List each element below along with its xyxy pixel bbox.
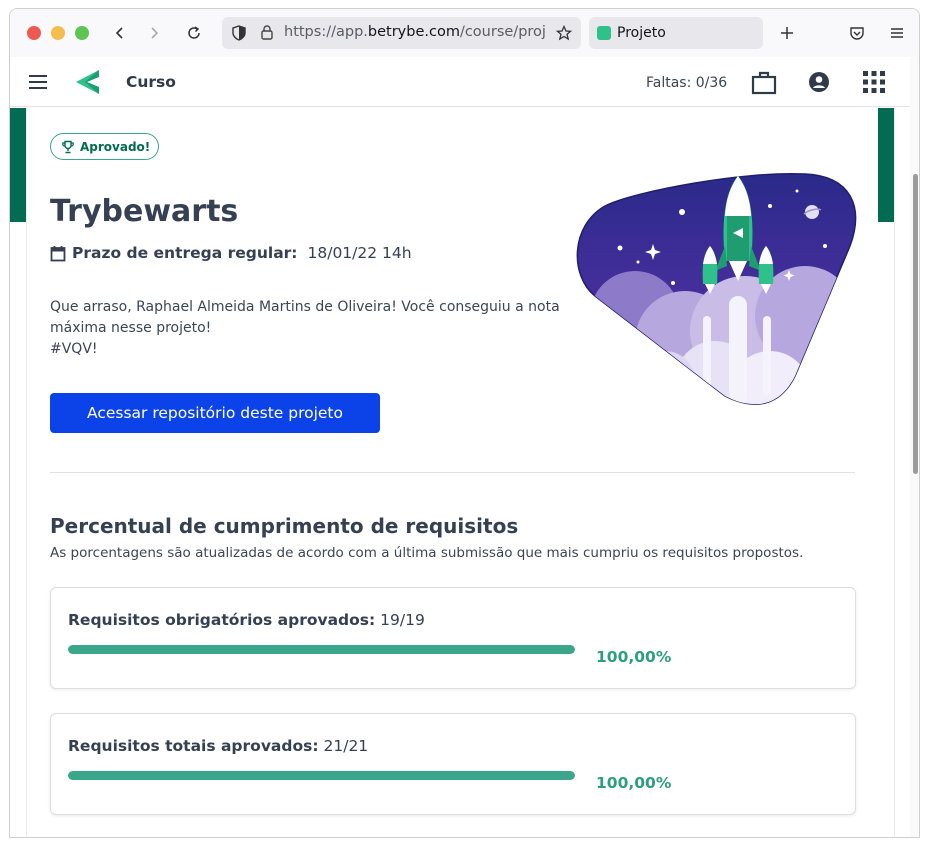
status-badge: Aprovado! bbox=[50, 133, 160, 160]
tab-title: Projeto bbox=[617, 25, 666, 41]
new-tab-icon[interactable] bbox=[775, 21, 799, 45]
browser-toolbar: https://app.betrybe.com/course/proje Pro… bbox=[10, 9, 919, 57]
user-account-icon[interactable] bbox=[808, 71, 830, 97]
hamburger-menu-icon[interactable] bbox=[28, 73, 48, 95]
page-title: Curso bbox=[126, 73, 176, 91]
card-count: 19/19 bbox=[380, 611, 425, 629]
browser-window: https://app.betrybe.com/course/proje Pro… bbox=[9, 8, 920, 838]
progress-bar bbox=[68, 645, 575, 654]
right-accent-bar bbox=[878, 108, 894, 222]
rocket-illustration bbox=[576, 172, 857, 405]
progress-bar bbox=[68, 771, 575, 780]
right-border bbox=[894, 108, 895, 837]
apps-grid-icon[interactable] bbox=[863, 71, 885, 97]
card-title: Requisitos obrigatórios aprovados: 19/19 bbox=[68, 611, 425, 629]
shield-icon[interactable] bbox=[232, 25, 246, 45]
requirements-title: Percentual de cumprimento de requisitos bbox=[50, 514, 519, 538]
trophy-icon bbox=[62, 140, 74, 153]
bookmark-star-icon[interactable] bbox=[555, 24, 573, 45]
page-scrollbar[interactable] bbox=[910, 57, 919, 837]
pocket-icon[interactable] bbox=[845, 21, 869, 45]
project-title: Trybewarts bbox=[50, 194, 239, 229]
lock-icon[interactable] bbox=[260, 24, 274, 44]
card-title: Requisitos totais aprovados: 21/21 bbox=[68, 737, 368, 755]
trybe-logo-icon[interactable] bbox=[72, 67, 102, 101]
section-divider bbox=[50, 472, 855, 473]
close-window-button[interactable] bbox=[27, 26, 41, 40]
card-count: 21/21 bbox=[323, 737, 369, 755]
left-accent-bar bbox=[10, 108, 26, 222]
total-requirements-card: Requisitos totais aprovados: 21/21 100,0… bbox=[50, 713, 856, 815]
progress-percent: 100,00% bbox=[596, 648, 672, 666]
absences-counter: Faltas: 0/36 bbox=[646, 75, 728, 91]
address-bar[interactable]: https://app.betrybe.com/course/proje bbox=[222, 17, 581, 49]
deadline-label: Prazo de entrega regular: bbox=[72, 244, 298, 262]
progress-fill bbox=[68, 645, 575, 654]
scrollbar-thumb[interactable] bbox=[913, 174, 918, 474]
reload-icon[interactable] bbox=[182, 21, 206, 45]
browser-tab[interactable]: Projeto bbox=[589, 17, 763, 49]
congrats-text: Que arraso, Raphael Almeida Martins de O… bbox=[50, 299, 560, 336]
open-repository-button[interactable]: Acessar repositório deste projeto bbox=[50, 393, 380, 433]
left-border bbox=[26, 108, 27, 837]
hashtag-text: #VQV! bbox=[50, 341, 98, 357]
card-label: Requisitos obrigatórios aprovados: bbox=[68, 611, 376, 629]
browser-menu-icon[interactable] bbox=[885, 21, 909, 45]
congrats-message: Que arraso, Raphael Almeida Martins de O… bbox=[50, 297, 570, 360]
deadline: Prazo de entrega regular: 18/01/22 14h bbox=[50, 244, 412, 262]
status-badge-label: Aprovado! bbox=[80, 139, 151, 154]
briefcase-icon[interactable] bbox=[751, 69, 777, 99]
progress-percent: 100,00% bbox=[596, 774, 672, 792]
forward-icon[interactable] bbox=[142, 21, 166, 45]
requirements-subtitle: As porcentagens são atualizadas de acord… bbox=[50, 545, 804, 561]
card-label: Requisitos totais aprovados: bbox=[68, 737, 319, 755]
tab-favicon-icon bbox=[597, 26, 611, 40]
deadline-value: 18/01/22 14h bbox=[307, 244, 412, 262]
progress-fill bbox=[68, 771, 575, 780]
mandatory-requirements-card: Requisitos obrigatórios aprovados: 19/19… bbox=[50, 587, 856, 689]
url-text: https://app.betrybe.com/course/proje bbox=[284, 24, 546, 40]
maximize-window-button[interactable] bbox=[75, 26, 89, 40]
calendar-icon bbox=[50, 245, 66, 261]
main-content: Aprovado! Trybewarts Prazo de entrega re… bbox=[10, 108, 910, 837]
back-icon[interactable] bbox=[108, 21, 132, 45]
app-header: Curso Faltas: 0/36 bbox=[10, 57, 910, 107]
minimize-window-button[interactable] bbox=[51, 26, 65, 40]
